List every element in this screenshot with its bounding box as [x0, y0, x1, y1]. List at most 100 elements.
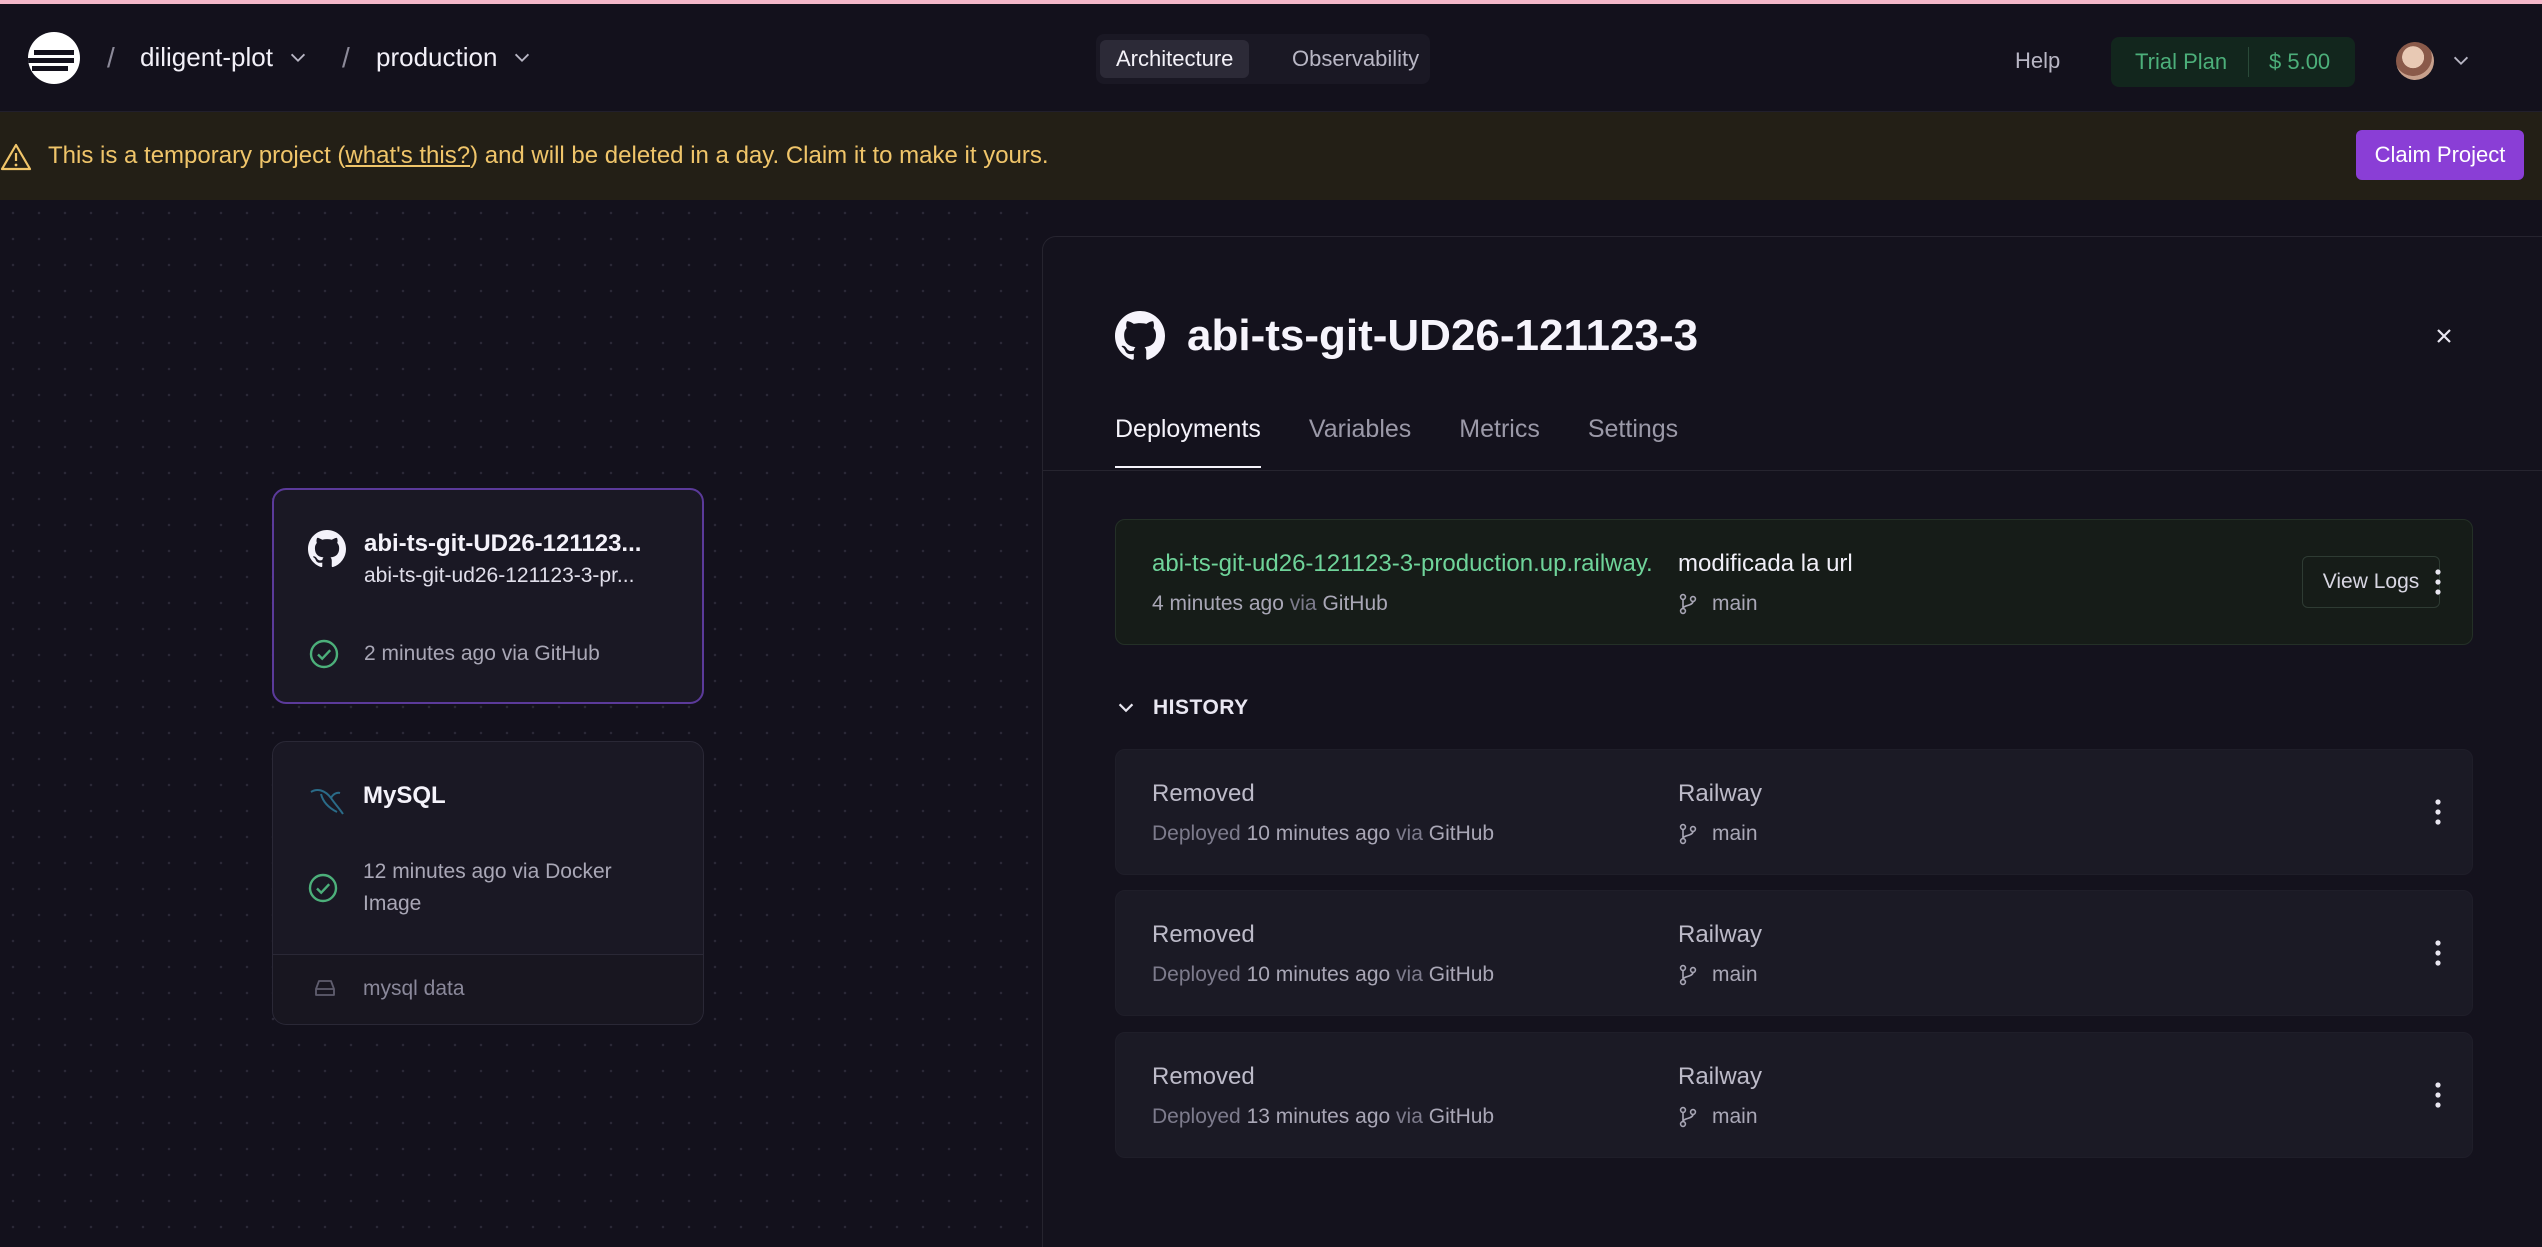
- deployed-prefix: Deployed: [1152, 822, 1241, 845]
- deployment-meta: 4 minutes ago via GitHub: [1152, 592, 1388, 616]
- mysql-volume[interactable]: mysql data: [272, 955, 704, 1025]
- volume-disk-icon: [315, 980, 335, 996]
- architecture-canvas[interactable]: abi-ts-git-UD26-121123... abi-ts-git-ud2…: [0, 200, 1042, 1247]
- trial-plan-badge[interactable]: Trial Plan $ 5.00: [2111, 37, 2355, 87]
- whats-this-link[interactable]: what's this?: [345, 142, 470, 169]
- deployment-status: Removed: [1152, 1063, 1255, 1090]
- deployment-time: 13 minutes ago: [1246, 1105, 1391, 1128]
- success-check-icon: [308, 873, 338, 903]
- service-detail-panel: abi-ts-git-UD26-121123-3 Deployments Var…: [1042, 236, 2542, 1247]
- chevron-down-icon: [290, 53, 306, 62]
- service-card[interactable]: abi-ts-git-UD26-121123... abi-ts-git-ud2…: [272, 488, 704, 704]
- deployment-meta: Deployed 10 minutes ago via GitHub: [1152, 963, 1494, 987]
- history-deployment[interactable]: Removed Deployed 10 minutes ago via GitH…: [1115, 890, 2473, 1016]
- chevron-down-icon: [515, 53, 530, 62]
- deployment-meta: Deployed 13 minutes ago via GitHub: [1152, 1105, 1494, 1129]
- branch-label: main: [1678, 1105, 1758, 1129]
- tab-architecture[interactable]: Architecture: [1100, 40, 1250, 78]
- history-label: HISTORY: [1153, 696, 1249, 719]
- via-text: via: [1289, 592, 1317, 615]
- deployment-meta: Deployed 10 minutes ago via GitHub: [1152, 822, 1494, 846]
- close-icon[interactable]: [2433, 325, 2455, 347]
- via-text: via: [1396, 822, 1423, 845]
- via-text: via: [1396, 963, 1423, 986]
- divider: [2248, 47, 2249, 77]
- service-status: 2 minutes ago via GitHub: [364, 642, 600, 665]
- commit-message: Railway: [1678, 780, 1763, 807]
- deployment-url[interactable]: abi-ts-git-ud26-121123-3-production.up.r…: [1152, 550, 1652, 578]
- mysql-status: 12 minutes ago via Docker Image: [363, 860, 612, 915]
- commit-message: modificada la url: [1678, 550, 1853, 577]
- deployment-source: GitHub: [1322, 592, 1388, 615]
- tab-settings[interactable]: Settings: [1588, 415, 1678, 468]
- plan-label: Trial Plan: [2135, 49, 2228, 74]
- deployment-time: 10 minutes ago: [1246, 822, 1391, 845]
- branch-name: main: [1712, 822, 1758, 845]
- branch-label: main: [1678, 963, 1758, 987]
- branch-name: main: [1712, 963, 1758, 986]
- deployment-time: 10 minutes ago: [1246, 963, 1391, 986]
- tab-metrics[interactable]: Metrics: [1459, 415, 1540, 468]
- deployment-status: Removed: [1152, 780, 1255, 807]
- panel-title: abi-ts-git-UD26-121123-3: [1187, 311, 1699, 360]
- plan-amount: $ 5.00: [2269, 49, 2331, 74]
- help-link[interactable]: Help: [2015, 48, 2060, 74]
- project-switcher[interactable]: diligent-plot: [140, 42, 309, 73]
- git-branch-icon: [1679, 964, 1697, 986]
- tab-deployments[interactable]: Deployments: [1115, 415, 1261, 468]
- success-check-icon: [309, 639, 339, 669]
- deployment-source: GitHub: [1428, 822, 1495, 845]
- more-options-icon[interactable]: [2434, 798, 2442, 826]
- branch-label: main: [1678, 592, 1758, 616]
- github-icon: [1115, 311, 1165, 360]
- temporary-project-banner: This is a temporary project (what's this…: [0, 112, 2542, 200]
- tab-variables[interactable]: Variables: [1309, 415, 1411, 468]
- environment-name: production: [376, 42, 498, 72]
- banner-text-after: ) and will be deleted in a day. Claim it…: [470, 142, 1049, 169]
- via-text: via: [1396, 1105, 1423, 1128]
- mysql-card[interactable]: MySQL 12 minutes ago via Docker Image: [272, 741, 704, 955]
- breadcrumb-separator: /: [107, 42, 115, 73]
- panel-header: abi-ts-git-UD26-121123-3: [1115, 311, 1698, 361]
- history-deployment[interactable]: Removed Deployed 10 minutes ago via GitH…: [1115, 749, 2473, 875]
- deployment-time: 4 minutes ago: [1152, 592, 1284, 615]
- warning-icon: [0, 143, 32, 171]
- claim-project-button[interactable]: Claim Project: [2356, 130, 2524, 180]
- git-branch-icon: [1679, 1106, 1697, 1128]
- deployment-source: GitHub: [1428, 963, 1495, 986]
- git-branch-icon: [1679, 593, 1697, 615]
- top-nav: / diligent-plot / production Architectur…: [0, 4, 2542, 112]
- service-title: abi-ts-git-UD26-121123...: [364, 530, 642, 557]
- more-options-icon[interactable]: [2434, 1081, 2442, 1109]
- github-icon: [308, 530, 346, 568]
- banner-text-before: This is a temporary project (: [48, 142, 346, 169]
- view-logs-button[interactable]: View Logs: [2302, 556, 2440, 608]
- tabs-divider: [1043, 470, 2542, 471]
- tab-observability[interactable]: Observability: [1276, 40, 1435, 78]
- service-subtitle: abi-ts-git-ud26-121123-3-pr...: [364, 564, 635, 587]
- deployed-prefix: Deployed: [1152, 963, 1241, 986]
- more-options-icon[interactable]: [2434, 568, 2442, 596]
- commit-message: Railway: [1678, 921, 1763, 948]
- deployment-source: GitHub: [1428, 1105, 1495, 1128]
- chevron-down-icon: [1118, 703, 1134, 713]
- mysql-title: MySQL: [363, 782, 446, 809]
- railway-logo-icon[interactable]: [28, 32, 80, 84]
- breadcrumb-separator: /: [342, 42, 350, 73]
- chevron-down-icon[interactable]: [2450, 50, 2472, 72]
- banner-message: This is a temporary project (what's this…: [48, 142, 1049, 170]
- commit-message: Railway: [1678, 1063, 1763, 1090]
- branch-name: main: [1712, 592, 1758, 615]
- history-deployment[interactable]: Removed Deployed 13 minutes ago via GitH…: [1115, 1032, 2473, 1158]
- view-switcher: Architecture Observability: [1096, 34, 1430, 84]
- avatar[interactable]: [2396, 42, 2434, 80]
- git-branch-icon: [1679, 823, 1697, 845]
- branch-label: main: [1678, 822, 1758, 846]
- history-toggle[interactable]: HISTORY: [1115, 696, 1249, 720]
- environment-switcher[interactable]: production: [376, 42, 533, 73]
- project-name: diligent-plot: [140, 42, 273, 72]
- panel-tabs: Deployments Variables Metrics Settings: [1115, 415, 1678, 468]
- active-deployment[interactable]: abi-ts-git-ud26-121123-3-production.up.r…: [1115, 519, 2473, 645]
- more-options-icon[interactable]: [2434, 939, 2442, 967]
- mysql-dolphin-icon: [310, 789, 344, 815]
